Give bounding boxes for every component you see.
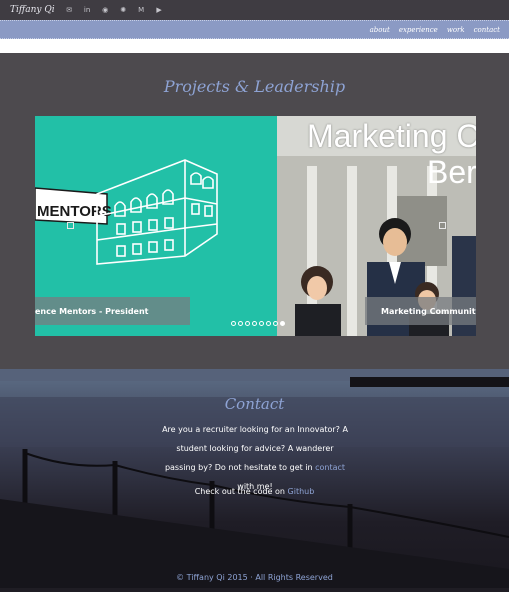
pagination-dot[interactable] — [266, 321, 271, 326]
nav-contact[interactable]: contact — [474, 26, 500, 34]
youtube-icon[interactable]: ▶ — [155, 6, 164, 15]
nav-about[interactable]: about — [370, 26, 390, 34]
pagination-dot[interactable] — [231, 321, 236, 326]
code-message-text: Check out the code on — [194, 487, 288, 496]
github-icon[interactable]: ◉ — [101, 6, 110, 15]
slide-headline-line2: Ber — [427, 154, 476, 190]
slide-headline: Marketing C — [307, 118, 476, 154]
medium-icon[interactable]: M — [137, 6, 146, 15]
top-bar: Tiffany Qi ✉ in ◉ ✺ M ▶ — [0, 0, 509, 20]
pagination-dot[interactable] — [252, 321, 257, 326]
footer-copyright: © Tiffany Qi 2015 · All Rights Reserved — [176, 573, 333, 582]
nav-bar: about experience work contact — [0, 20, 509, 39]
code-message: Check out the code on Github — [0, 487, 509, 496]
next-slide-marker[interactable] — [439, 222, 446, 229]
carousel-pagination — [231, 321, 285, 326]
brand-logo[interactable]: Tiffany Qi — [10, 5, 55, 15]
nav-experience[interactable]: experience — [399, 26, 438, 34]
pagination-dot[interactable] — [238, 321, 243, 326]
prev-slide-marker[interactable] — [67, 222, 74, 229]
projects-carousel[interactable]: MENTORS Marketing C Ber ence Mentors - P… — [35, 116, 476, 336]
pagination-dot-active[interactable] — [280, 321, 285, 326]
pagination-dot[interactable] — [245, 321, 250, 326]
header-spacer — [0, 39, 509, 53]
contact-message: Are you a recruiter looking for an Innov… — [160, 420, 350, 496]
dribbble-icon[interactable]: ✺ — [119, 6, 128, 15]
projects-section: Projects & Leadership MENTORS Marketing … — [0, 53, 509, 369]
linkedin-icon[interactable]: in — [83, 6, 92, 15]
pagination-dot[interactable] — [273, 321, 278, 326]
nav-work[interactable]: work — [447, 26, 465, 34]
social-links: ✉ in ◉ ✺ M ▶ — [65, 6, 164, 15]
projects-title: Projects & Leadership — [163, 77, 346, 96]
contact-link[interactable]: contact — [315, 463, 345, 472]
email-icon[interactable]: ✉ — [65, 6, 74, 15]
github-link[interactable]: Github — [288, 487, 315, 496]
slide-caption-mentors: ence Mentors - President — [35, 297, 190, 325]
contact-title: Contact — [224, 395, 285, 413]
banner-text: MENTORS — [37, 203, 112, 220]
pagination-dot[interactable] — [259, 321, 264, 326]
slide-caption-marketing: Marketing Community at — [365, 297, 476, 325]
